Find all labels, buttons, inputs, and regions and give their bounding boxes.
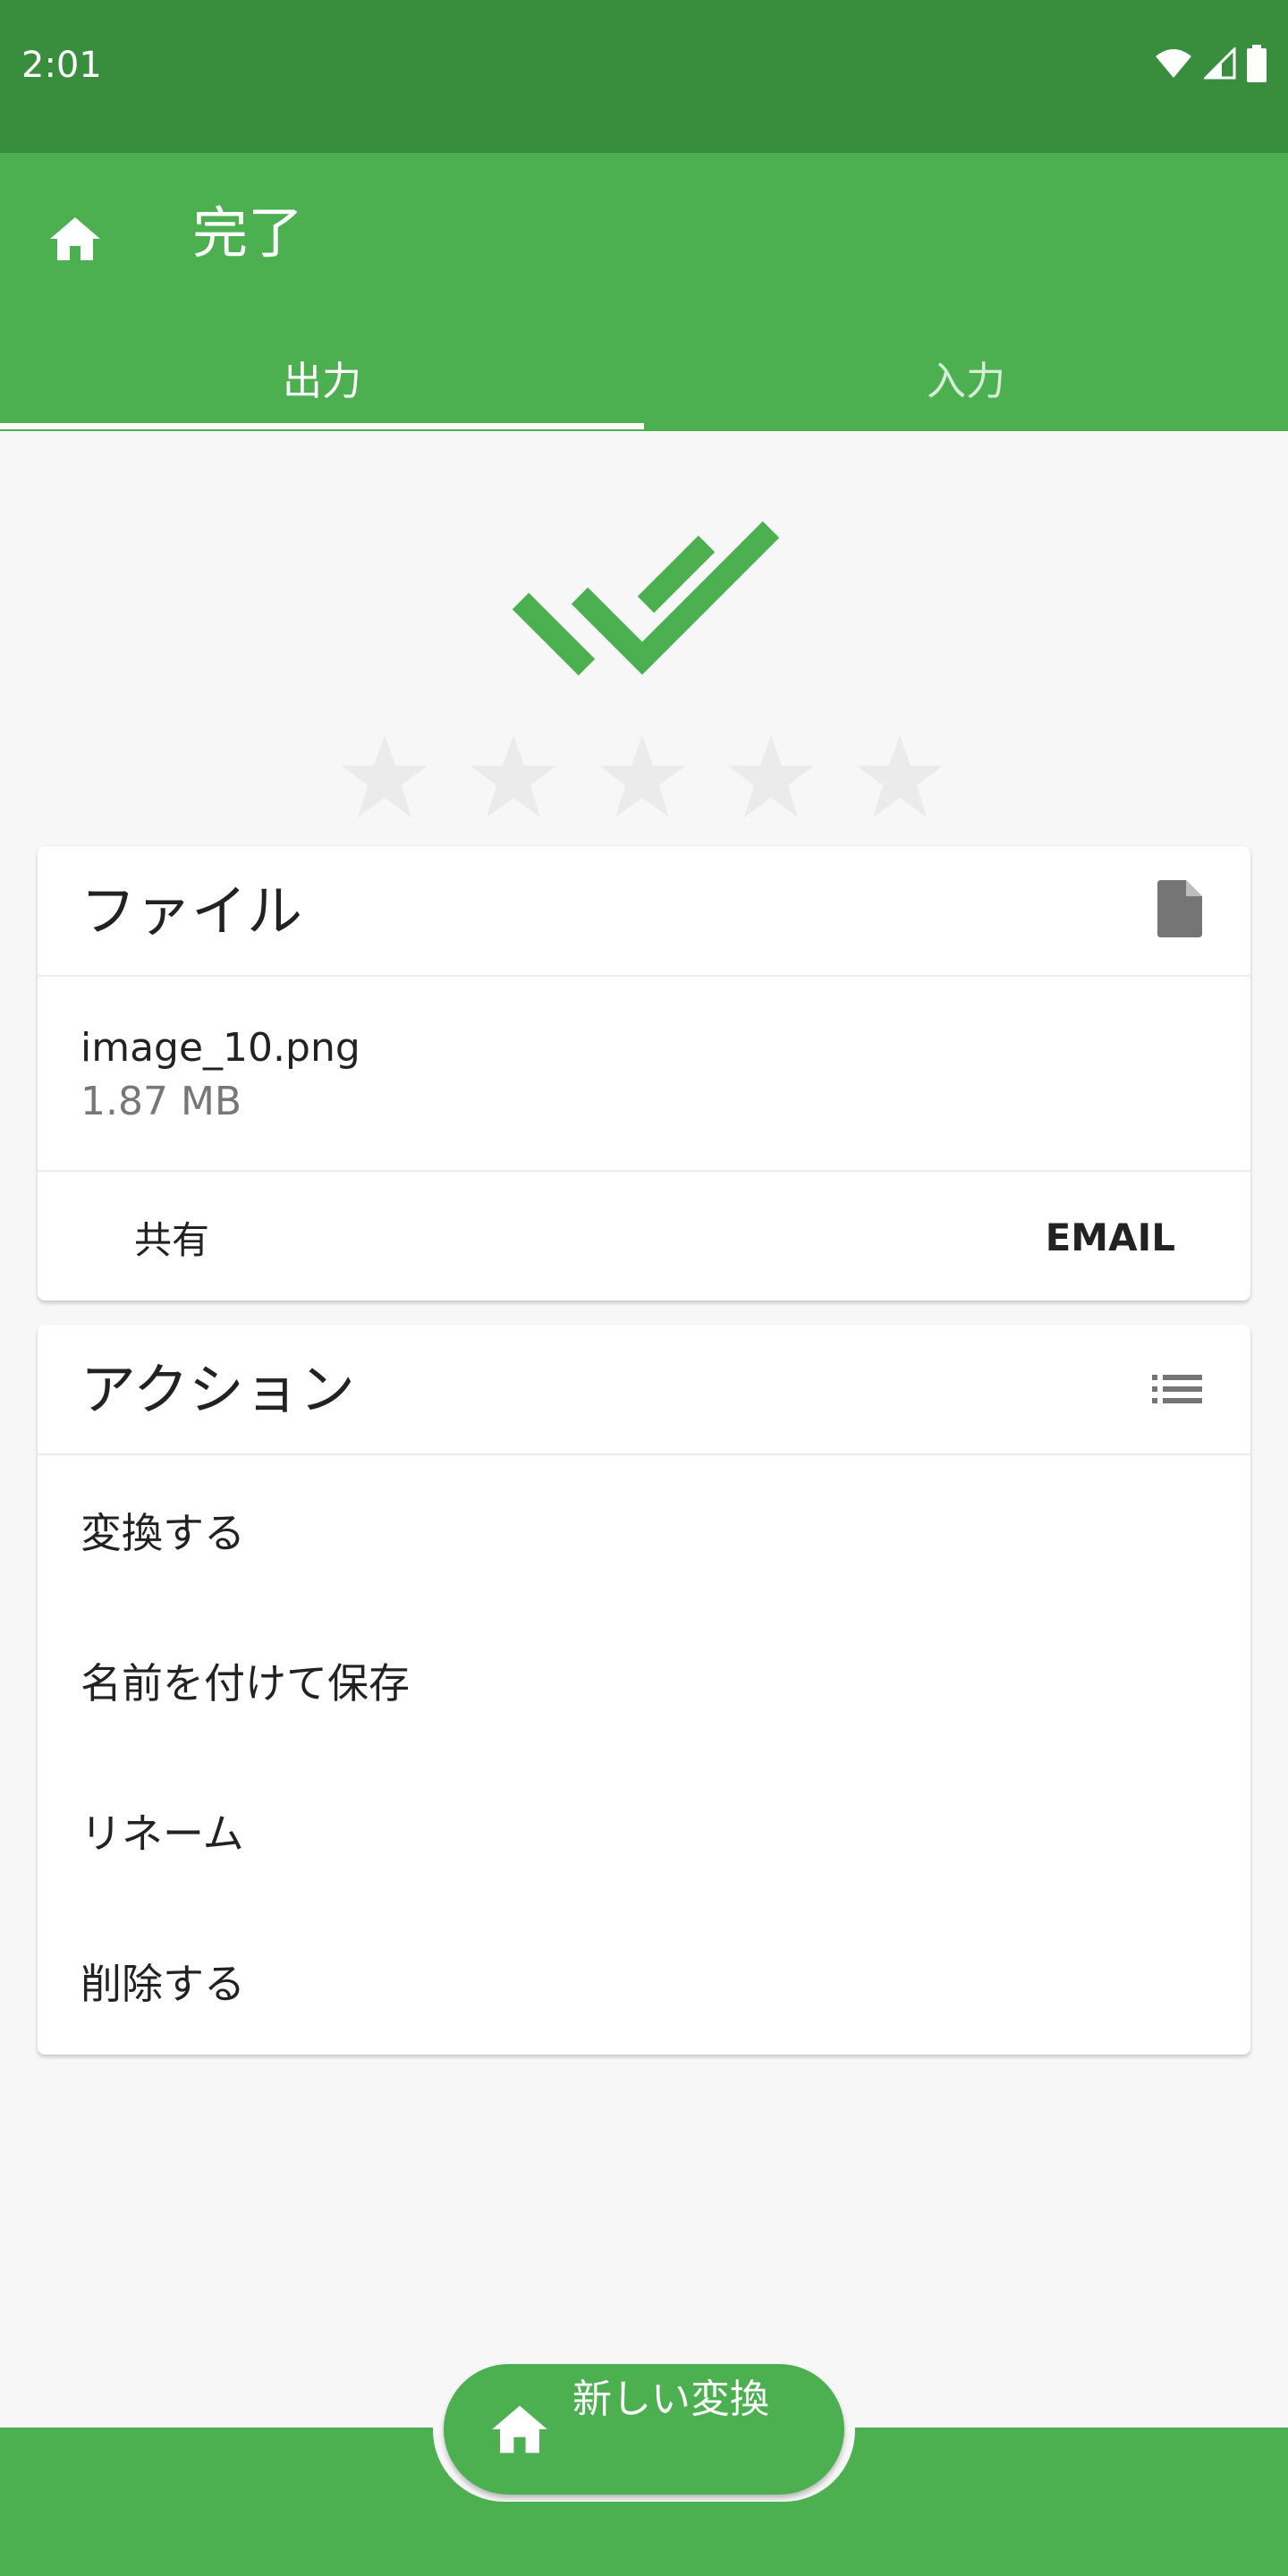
- status-time: 2:01: [21, 45, 102, 86]
- action-delete[interactable]: 削除する: [38, 1906, 1250, 2056]
- actions-card: アクション 変換する 名前を付けて保存 リネーム 削除する: [38, 1325, 1250, 2055]
- double-check-icon: [512, 521, 780, 676]
- star-icon[interactable]: [597, 732, 687, 821]
- share-button[interactable]: 共有: [102, 1200, 242, 1274]
- star-icon[interactable]: [726, 732, 816, 821]
- rating-bar[interactable]: [340, 732, 945, 821]
- actions-card-title: アクション: [80, 1357, 355, 1422]
- star-icon[interactable]: [855, 732, 945, 821]
- status-icons: [1154, 45, 1267, 82]
- action-save-as[interactable]: 名前を付けて保存: [38, 1606, 1250, 1756]
- tab-input[interactable]: 入力: [644, 323, 1288, 431]
- file-name: image_10.png: [80, 1025, 360, 1071]
- home-button[interactable]: [39, 203, 111, 275]
- star-icon[interactable]: [469, 732, 558, 821]
- status-bar: 2:01: [0, 0, 1288, 153]
- home-icon: [50, 217, 100, 260]
- file-actions: 共有 EMAIL: [38, 1172, 1250, 1302]
- home-icon: [492, 2405, 547, 2453]
- actions-card-header: アクション: [38, 1325, 1250, 1455]
- action-rename[interactable]: リネーム: [38, 1756, 1250, 1906]
- tab-indicator: [0, 423, 644, 429]
- page-title: 完了: [192, 200, 304, 266]
- app-bar: 完了 出力 入力: [0, 153, 1288, 431]
- list-icon: [1152, 1375, 1202, 1403]
- star-icon[interactable]: [340, 732, 429, 821]
- file-size: 1.87 MB: [80, 1079, 242, 1124]
- action-convert[interactable]: 変換する: [38, 1455, 1250, 1606]
- wifi-icon: [1156, 49, 1191, 78]
- file-card: ファイル image_10.png 1.87 MB 共有 EMAIL: [38, 846, 1250, 1301]
- new-conversion-button[interactable]: 新しい変換: [444, 2364, 844, 2495]
- file-info: image_10.png 1.87 MB: [38, 977, 1250, 1172]
- file-card-header: ファイル: [38, 846, 1250, 977]
- battery-icon: [1247, 45, 1267, 82]
- tab-output[interactable]: 出力: [0, 323, 644, 431]
- file-card-title: ファイル: [80, 878, 303, 944]
- file-icon: [1157, 880, 1202, 937]
- email-button[interactable]: EMAIL: [1013, 1200, 1208, 1274]
- new-conversion-label: 新しい変換: [572, 2377, 769, 2422]
- signal-icon: [1204, 47, 1236, 80]
